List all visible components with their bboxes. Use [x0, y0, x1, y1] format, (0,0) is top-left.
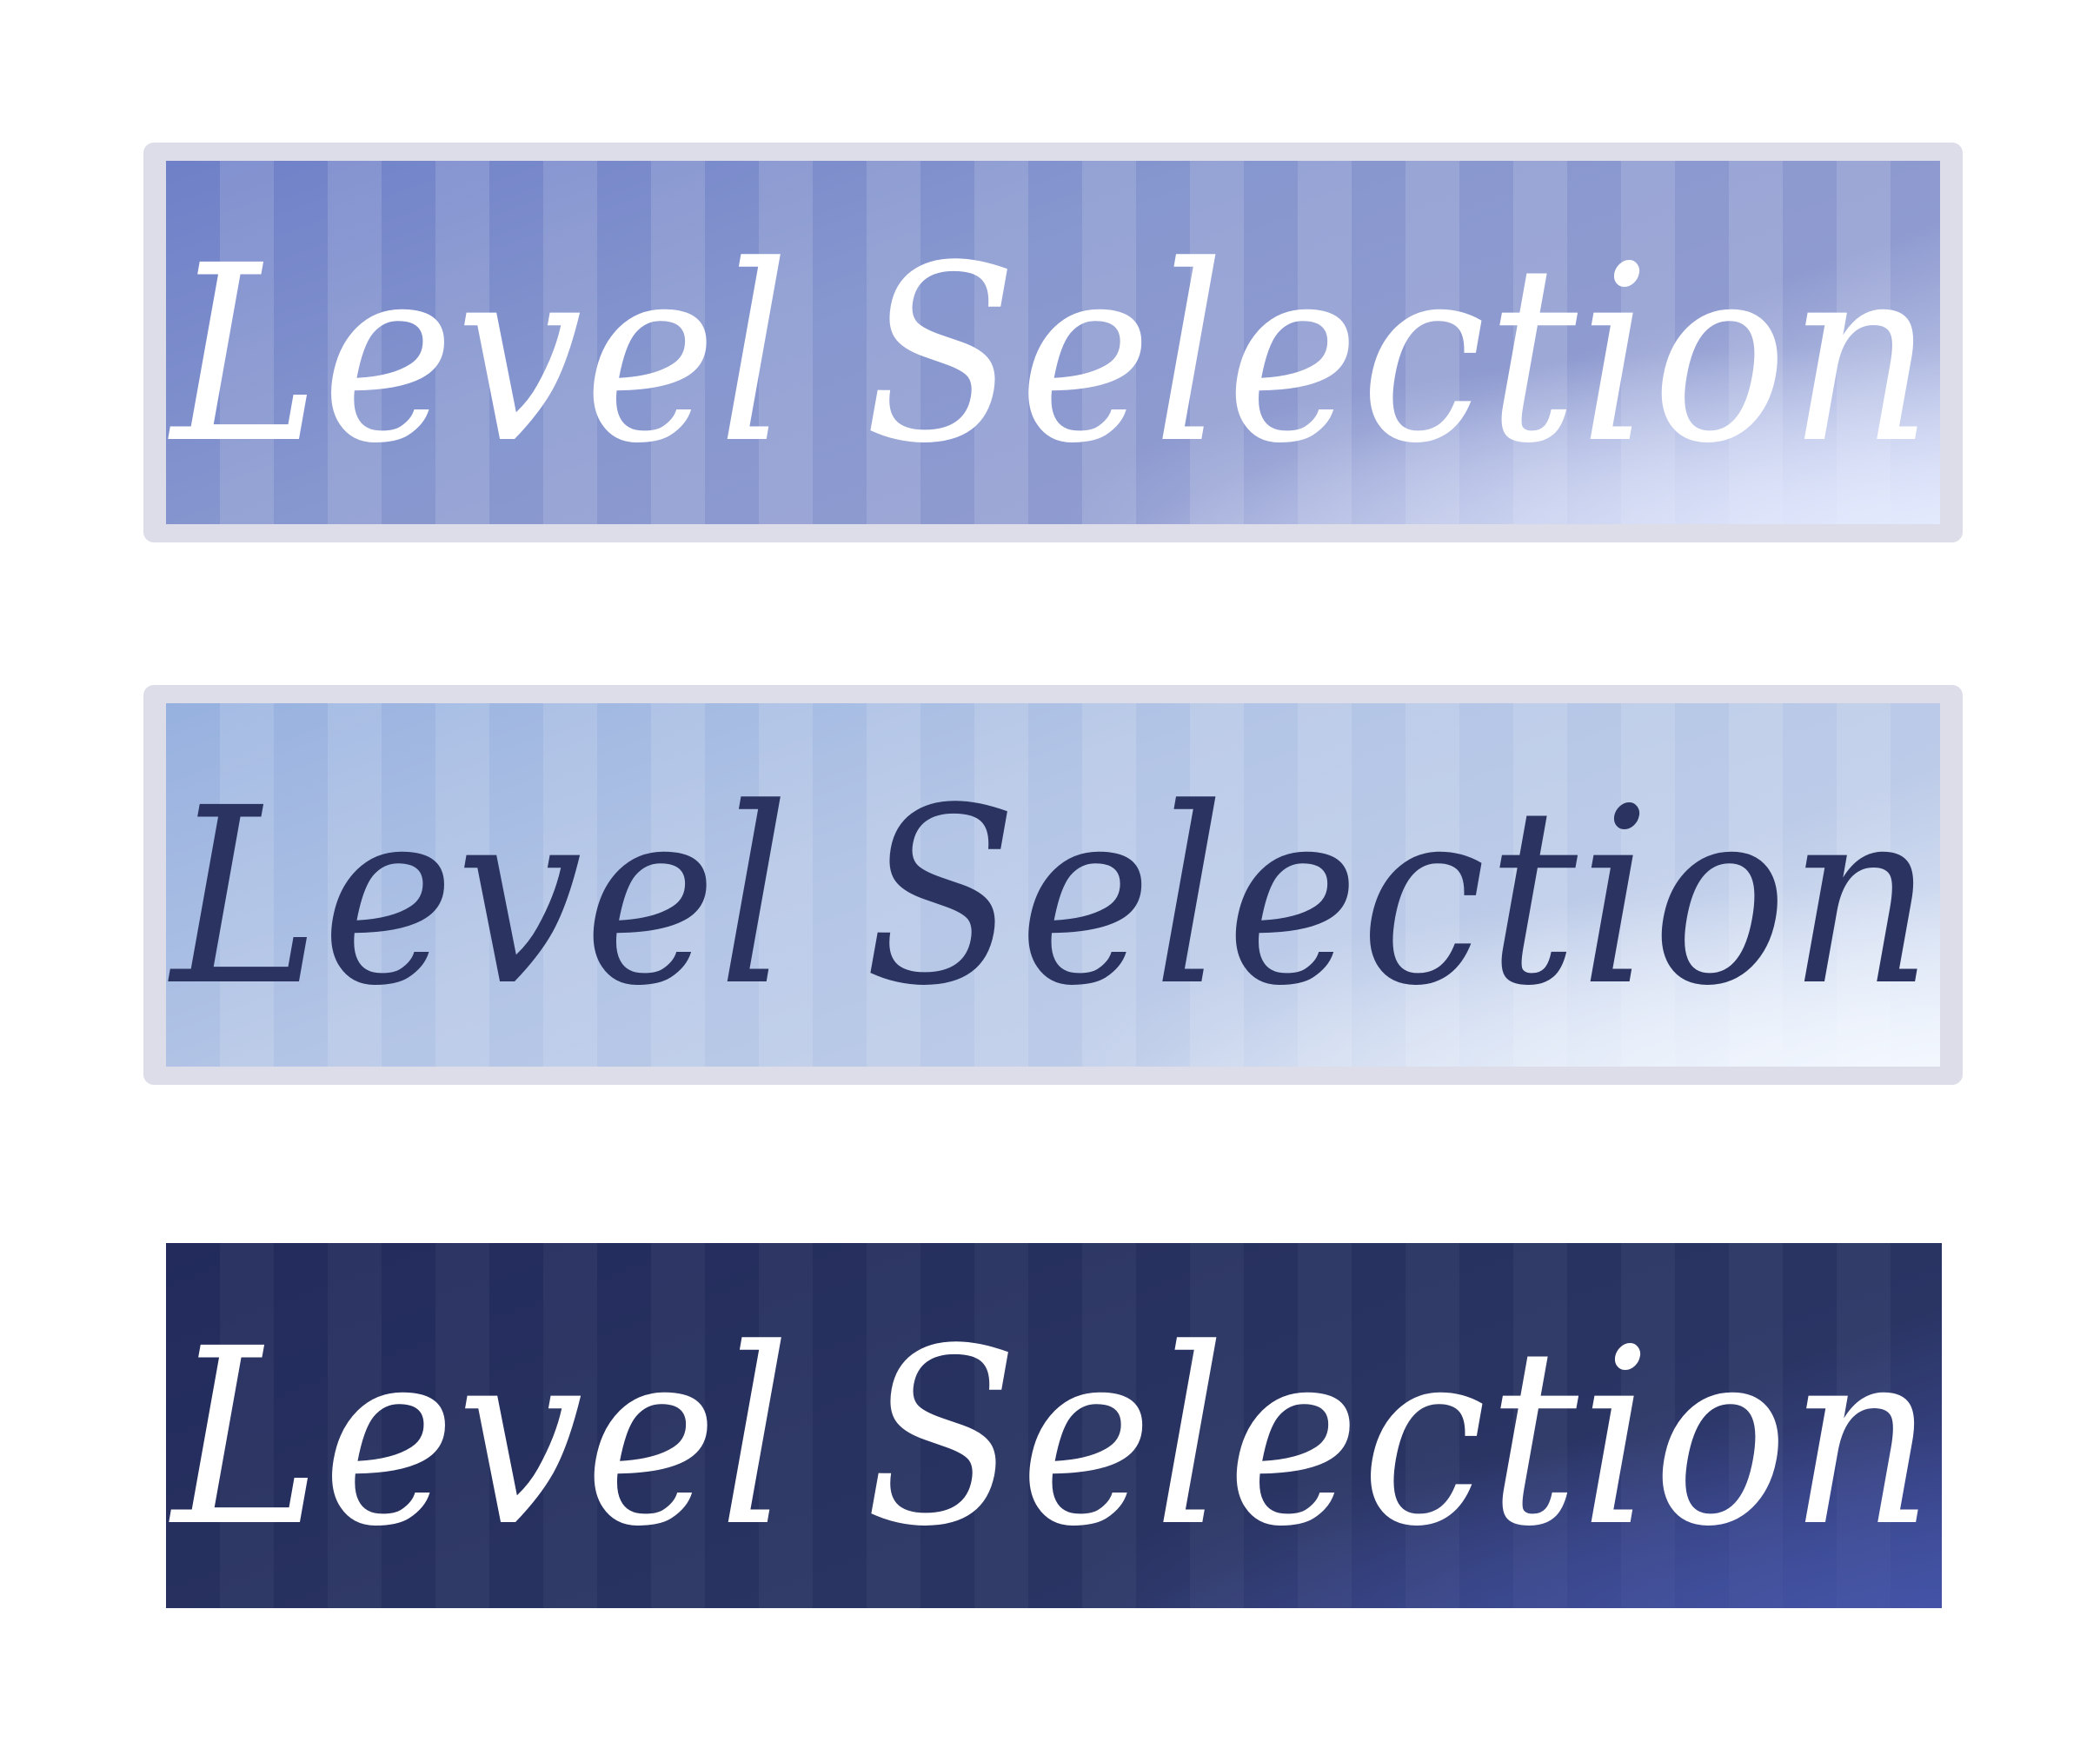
level-selection-label: Level Selection	[171, 756, 1935, 1040]
level-selection-button-normal[interactable]: Level Selection	[143, 143, 1963, 542]
level-selection-button-normal-face[interactable]: Level Selection	[166, 161, 1940, 524]
level-selection-button-pressed[interactable]: Level Selection	[166, 1243, 1942, 1608]
level-selection-button-hover-face[interactable]: Level Selection	[166, 703, 1940, 1067]
level-selection-label: Level Selection	[172, 1297, 1936, 1580]
level-selection-label: Level Selection	[171, 214, 1935, 497]
level-selection-button-hover[interactable]: Level Selection	[143, 685, 1963, 1085]
